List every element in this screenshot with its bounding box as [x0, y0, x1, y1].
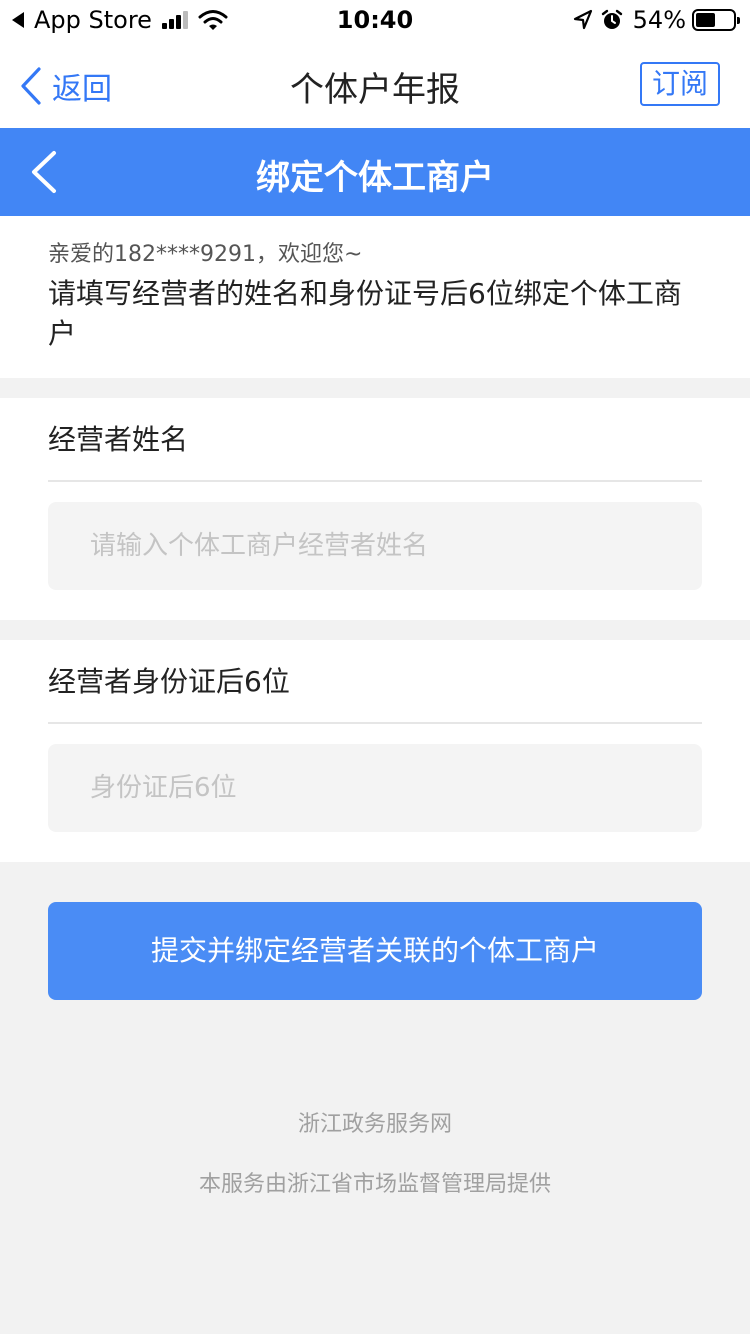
- welcome-panel: 亲爱的182****9291，欢迎您~ 请填写经营者的姓名和身份证号后6位绑定个…: [0, 216, 750, 378]
- status-bar: App Store 10:40 54%: [0, 0, 750, 40]
- battery-fill: [696, 13, 715, 27]
- name-input[interactable]: [48, 502, 702, 590]
- battery-nub: [737, 17, 740, 24]
- id-label: 经营者身份证后6位: [48, 640, 702, 724]
- subscribe-button[interactable]: 订阅: [640, 62, 720, 106]
- nav-title: 个体户年报: [290, 70, 460, 110]
- welcome-instruction: 请填写经营者的姓名和身份证号后6位绑定个体工商户: [48, 277, 682, 350]
- name-label: 经营者姓名: [48, 398, 702, 482]
- footer-provider: 本服务由浙江省市场监督管理局提供: [198, 1172, 551, 1197]
- status-bar-right: 54%: [573, 6, 740, 34]
- welcome-greeting: 亲爱的182****9291，欢迎您~: [48, 242, 363, 267]
- page-title: 绑定个体工商户: [256, 158, 494, 198]
- id-last6-input[interactable]: [48, 744, 702, 832]
- alarm-icon: [601, 9, 622, 29]
- id-section: 经营者身份证后6位: [0, 640, 750, 862]
- name-section: 经营者姓名: [0, 398, 750, 620]
- battery-icon: [692, 9, 740, 31]
- page-header: 绑定个体工商户: [0, 128, 750, 216]
- location-icon: [573, 9, 592, 30]
- submit-bind-button[interactable]: 提交并绑定经营者关联的个体工商户: [48, 902, 702, 1000]
- nav-bar: 返回 个体户年报 订阅: [0, 40, 750, 128]
- footer-site: 浙江政务服务网: [297, 1112, 452, 1137]
- battery-percent: 54%: [632, 6, 686, 34]
- page: App Store 10:40 54% 返回 个体户年报 订阅 绑定个体工商户 …: [0, 0, 750, 1334]
